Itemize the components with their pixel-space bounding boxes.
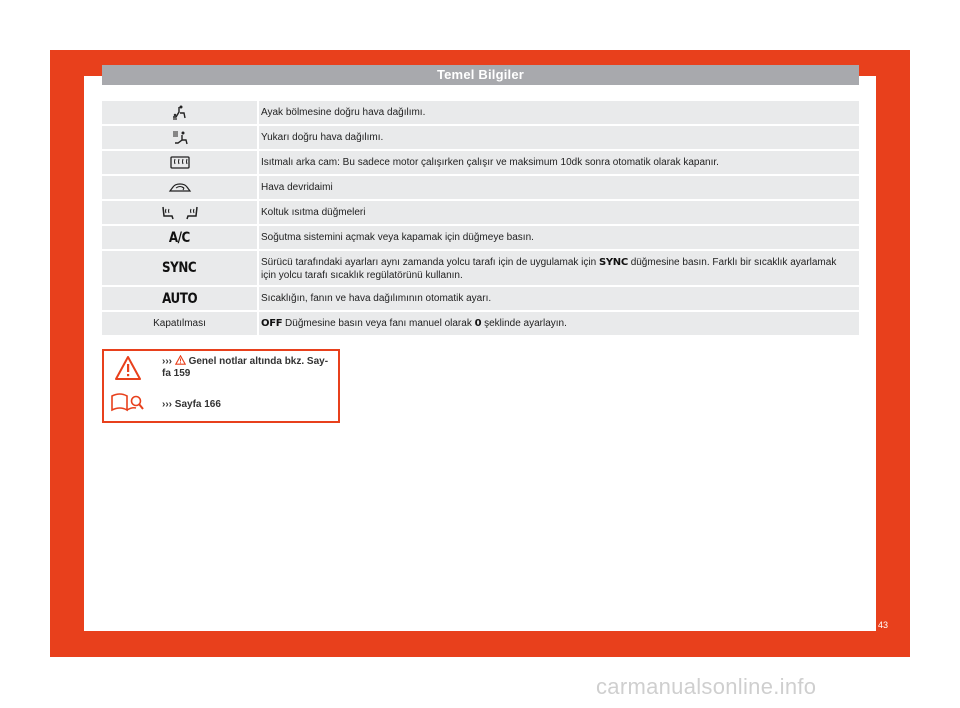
watermark: carmanualsonline.info: [596, 674, 817, 699]
ac-label: A/C: [168, 229, 191, 246]
page-number: 43: [878, 620, 889, 630]
book-icon: [111, 393, 144, 412]
air-to-footwell-icon: [102, 101, 257, 124]
row-text: Isıtmalı arka cam: Bu sadece motor çalış…: [257, 151, 859, 174]
note-box: ››› Genel notlar altında bkz. Say- fa 15…: [102, 349, 340, 423]
note-warning-text: ››› Genel notlar altında bkz. Say- fa 15…: [162, 354, 329, 379]
table-row: Hava devridaimi: [102, 176, 859, 199]
sync-inline-label: SYNC: [598, 257, 628, 268]
table-row: Kapatılması OFF Düğmesine basın veya fan…: [102, 312, 859, 335]
note-link-page-166[interactable]: Sayfa 166: [175, 399, 221, 410]
off-row-label: Kapatılması: [153, 318, 206, 329]
table-row: Ayak bölmesine doğru hava dağılımı.: [102, 101, 859, 124]
table-row: A/C Soğutma sistemini açmak veya kapamak…: [102, 226, 859, 249]
row-text: Yukarı doğru hava dağılımı.: [257, 126, 859, 149]
table-row: Koltuk ısıtma düğmeleri: [102, 201, 859, 224]
sync-label: SYNC: [162, 260, 197, 276]
zero-inline-label: 0: [474, 318, 482, 329]
row-text: Ayak bölmesine doğru hava dağılımı.: [257, 101, 859, 124]
auto-label: AUTO: [161, 290, 198, 307]
air-upward-icon: [102, 126, 257, 149]
table-row: SYNC Sürücü tarafındaki ayarları aynı za…: [102, 251, 859, 285]
off-inline-label: OFF: [261, 318, 283, 329]
row-text: OFF Düğmesine basın veya fanı manuel ola…: [257, 312, 859, 335]
rear-defrost-icon: [102, 151, 257, 174]
row-text: Hava devridaimi: [257, 176, 859, 199]
controls-table: Ayak bölmesine doğru hava dağılımı. Yuka…: [102, 101, 859, 337]
note-link-page-159[interactable]: Genel notlar altında bkz. Say-: [189, 356, 328, 367]
row-text: Sıcaklığın, fanın ve hava dağılımının ot…: [257, 287, 859, 310]
small-warning-icon: [174, 354, 186, 365]
section-header: Temel Bilgiler: [102, 65, 859, 85]
note-page-ref: ››› Sayfa 166: [162, 399, 221, 410]
row-text: Soğutma sistemini açmak veya kapamak içi…: [257, 226, 859, 249]
row-text: Sürücü tarafındaki ayarları aynı zamanda…: [257, 251, 859, 285]
table-row: Yukarı doğru hava dağılımı.: [102, 126, 859, 149]
row-text: Koltuk ısıtma düğmeleri: [257, 201, 859, 224]
table-row: AUTO Sıcaklığın, fanın ve hava dağılımın…: [102, 287, 859, 310]
air-recirculation-icon: [102, 176, 257, 199]
seat-heating-icon: [102, 201, 257, 224]
table-row: Isıtmalı arka cam: Bu sadece motor çalış…: [102, 151, 859, 174]
warning-icon: [115, 356, 141, 380]
